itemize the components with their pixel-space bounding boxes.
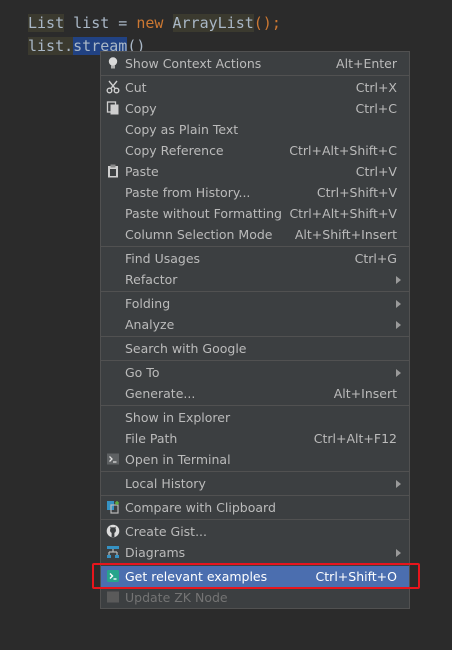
menu-separator <box>101 519 409 520</box>
menu-item-diagrams[interactable]: Diagrams <box>101 542 409 563</box>
menu-item-label: Copy Reference <box>125 143 224 158</box>
menu-item-label: Analyze <box>125 317 175 332</box>
menu-item-label: Diagrams <box>125 545 186 560</box>
menu-item-refactor[interactable]: Refactor <box>101 269 409 290</box>
clipboard-icon <box>108 164 118 178</box>
menu-item-label: Show Context Actions <box>125 56 262 71</box>
menu-item-shortcut: Alt+Enter <box>336 56 397 71</box>
menu-item-create-gist[interactable]: Create Gist... <box>101 521 409 542</box>
scissors-icon <box>106 80 120 94</box>
menu-item-find-usages[interactable]: Find Usages Ctrl+G <box>101 248 409 269</box>
menu-item-label: Paste without Formatting <box>125 206 282 221</box>
code-text: list = <box>64 14 137 32</box>
menu-item-label: Copy <box>125 101 157 116</box>
menu-item-shortcut: Alt+Shift+Insert <box>294 227 397 242</box>
menu-item-label: Refactor <box>125 272 178 287</box>
menu-item-cut[interactable]: Cut Ctrl+X <box>101 77 409 98</box>
menu-item-folding[interactable]: Folding <box>101 293 409 314</box>
compare-icon <box>107 501 119 514</box>
keyword-token: new <box>136 14 164 32</box>
menu-item-label: Paste <box>125 164 159 179</box>
type-token: List <box>28 14 65 32</box>
terminal-icon <box>107 453 119 465</box>
diagram-icon <box>107 546 119 558</box>
menu-item-file-path[interactable]: File Path Ctrl+Alt+F12 <box>101 428 409 449</box>
menu-separator <box>101 291 409 292</box>
menu-item-shortcut: Ctrl+V <box>355 164 397 179</box>
menu-item-column-selection-mode[interactable]: Column Selection Mode Alt+Shift+Insert <box>101 224 409 245</box>
menu-item-label: Cut <box>125 80 147 95</box>
annotation-highlight-box <box>92 563 420 589</box>
menu-item-paste-without-formatting[interactable]: Paste without Formatting Ctrl+Alt+Shift+… <box>101 203 409 224</box>
menu-item-paste-from-history[interactable]: Paste from History... Ctrl+Shift+V <box>101 182 409 203</box>
menu-item-copy[interactable]: Copy Ctrl+C <box>101 98 409 119</box>
menu-item-label: Go To <box>125 365 160 380</box>
bulb-icon <box>108 57 118 69</box>
menu-item-shortcut: Alt+Insert <box>333 386 397 401</box>
menu-item-copy-reference[interactable]: Copy Reference Ctrl+Alt+Shift+C <box>101 140 409 161</box>
menu-item-open-in-terminal[interactable]: Open in Terminal <box>101 449 409 470</box>
menu-item-show-context-actions[interactable]: Show Context Actions Alt+Enter <box>101 53 409 74</box>
menu-item-generate[interactable]: Generate... Alt+Insert <box>101 383 409 404</box>
menu-separator <box>101 471 409 472</box>
menu-item-label: Copy as Plain Text <box>125 122 239 137</box>
menu-item-label: Compare with Clipboard <box>125 500 276 515</box>
menu-item-label: Update ZK Node <box>125 590 228 605</box>
menu-item-go-to[interactable]: Go To <box>101 362 409 383</box>
punct-token: (); <box>253 14 281 32</box>
code-line-1[interactable]: List list = new ArrayList(); <box>28 13 281 33</box>
submenu-arrow-icon <box>396 276 401 284</box>
context-menu: Show Context Actions Alt+Enter Cut Ctrl+… <box>100 51 410 609</box>
menu-separator <box>101 360 409 361</box>
menu-item-copy-plain-text[interactable]: Copy as Plain Text <box>101 119 409 140</box>
menu-item-label: Open in Terminal <box>125 452 231 467</box>
type-token: ArrayList <box>172 14 254 32</box>
menu-separator <box>101 405 409 406</box>
menu-separator <box>101 246 409 247</box>
copy-icon <box>106 101 119 115</box>
menu-item-shortcut: Ctrl+Alt+Shift+V <box>289 206 397 221</box>
menu-separator <box>101 336 409 337</box>
menu-item-shortcut: Ctrl+Alt+Shift+C <box>289 143 397 158</box>
menu-item-label: Paste from History... <box>125 185 251 200</box>
menu-item-shortcut: Ctrl+Alt+F12 <box>313 431 397 446</box>
menu-item-update-zk-node: Update ZK Node <box>101 587 409 608</box>
menu-item-analyze[interactable]: Analyze <box>101 314 409 335</box>
menu-item-local-history[interactable]: Local History <box>101 473 409 494</box>
menu-item-compare-with-clipboard[interactable]: Compare with Clipboard <box>101 497 409 518</box>
menu-separator <box>101 495 409 496</box>
submenu-arrow-icon <box>396 300 401 308</box>
submenu-arrow-icon <box>396 321 401 329</box>
menu-item-show-in-explorer[interactable]: Show in Explorer <box>101 407 409 428</box>
menu-item-label: Create Gist... <box>125 524 208 539</box>
menu-item-shortcut: Ctrl+X <box>355 80 397 95</box>
menu-item-label: Generate... <box>125 386 196 401</box>
menu-item-shortcut: Ctrl+C <box>355 101 397 116</box>
menu-item-shortcut: Ctrl+G <box>354 251 397 266</box>
menu-item-label: Search with Google <box>125 341 247 356</box>
menu-item-label: File Path <box>125 431 178 446</box>
menu-item-shortcut: Ctrl+Shift+V <box>316 185 397 200</box>
menu-item-label: Show in Explorer <box>125 410 231 425</box>
menu-item-label: Find Usages <box>125 251 201 266</box>
submenu-arrow-icon <box>396 549 401 557</box>
menu-separator <box>101 75 409 76</box>
submenu-arrow-icon <box>396 369 401 377</box>
menu-item-label: Folding <box>125 296 171 311</box>
zk-node-icon <box>107 591 119 603</box>
menu-item-label: Local History <box>125 476 206 491</box>
menu-item-paste[interactable]: Paste Ctrl+V <box>101 161 409 182</box>
submenu-arrow-icon <box>396 480 401 488</box>
menu-item-label: Column Selection Mode <box>125 227 273 242</box>
variable-token: list. <box>28 37 74 55</box>
menu-item-search-with-google[interactable]: Search with Google <box>101 338 409 359</box>
github-icon <box>106 524 120 538</box>
